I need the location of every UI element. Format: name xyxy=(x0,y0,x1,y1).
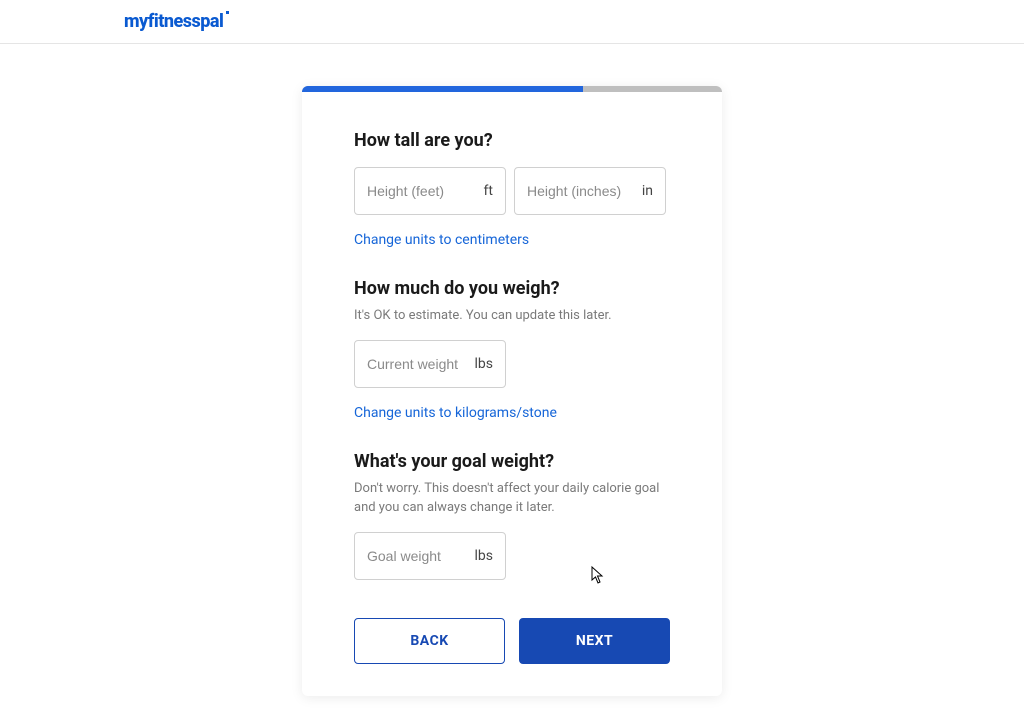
signup-card: How tall are you? ft in Change units to … xyxy=(302,86,722,696)
back-button[interactable]: BACK xyxy=(354,618,505,664)
height-feet-wrap[interactable]: ft xyxy=(354,167,506,215)
progress-fill xyxy=(302,86,583,92)
height-inches-unit: in xyxy=(642,183,653,199)
change-height-units-link[interactable]: Change units to centimeters xyxy=(354,232,529,248)
goal-weight-input[interactable] xyxy=(367,548,469,564)
height-inches-wrap[interactable]: in xyxy=(514,167,666,215)
height-feet-input[interactable] xyxy=(367,183,478,199)
goal-input-row: lbs xyxy=(354,532,670,580)
change-weight-units-link[interactable]: Change units to kilograms/stone xyxy=(354,405,557,421)
weight-question: How much do you weigh? xyxy=(354,278,670,299)
height-section: How tall are you? ft in Change units to … xyxy=(354,130,670,272)
weight-section: How much do you weigh? It's OK to estima… xyxy=(354,278,670,445)
current-weight-wrap[interactable]: lbs xyxy=(354,340,506,388)
current-weight-input[interactable] xyxy=(367,356,469,372)
main-content: How tall are you? ft in Change units to … xyxy=(0,44,1024,696)
weight-input-row: lbs xyxy=(354,340,670,388)
goal-weight-wrap[interactable]: lbs xyxy=(354,532,506,580)
brand-logo: myfitnesspal xyxy=(124,11,223,32)
app-header: myfitnesspal xyxy=(0,0,1024,44)
weight-subtext: It's OK to estimate. You can update this… xyxy=(354,307,670,326)
next-button[interactable]: NEXT xyxy=(519,618,670,664)
height-feet-unit: ft xyxy=(484,183,493,199)
current-weight-unit: lbs xyxy=(475,356,494,372)
goal-weight-unit: lbs xyxy=(475,548,494,564)
goal-question: What's your goal weight? xyxy=(354,451,670,472)
goal-subtext: Don't worry. This doesn't affect your da… xyxy=(354,480,670,518)
height-question: How tall are you? xyxy=(354,130,670,151)
card-body: How tall are you? ft in Change units to … xyxy=(302,92,722,696)
goal-section: What's your goal weight? Don't worry. Th… xyxy=(354,451,670,580)
height-inches-input[interactable] xyxy=(527,183,636,199)
button-row: BACK NEXT xyxy=(354,618,670,664)
height-inputs-row: ft in xyxy=(354,167,670,215)
